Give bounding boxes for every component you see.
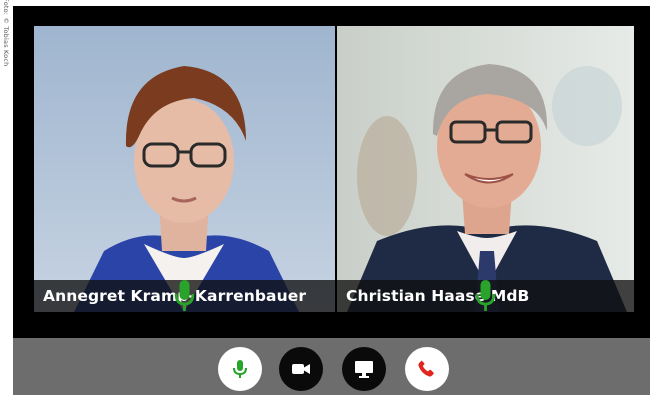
microphone-icon [233,360,247,378]
microphone-button[interactable] [218,347,262,391]
monitor-icon [355,361,373,378]
screen-share-button[interactable] [342,347,386,391]
phone-hangup-icon [418,360,434,377]
participant-tile-2[interactable]: Christian Haase MdB [337,26,634,312]
participant-name-bar-1: Annegret Kramp-Karrenbauer [34,280,335,312]
mic-on-icon [475,280,496,311]
hang-up-button[interactable] [405,347,449,391]
video-camera-icon [292,364,310,374]
participant-video-1 [34,26,335,312]
camera-button[interactable] [279,347,323,391]
participant-tile-1[interactable]: Annegret Kramp-Karrenbauer [34,26,335,312]
mic-on-icon [174,280,195,311]
participant-name-bar-2: Christian Haase MdB [337,280,634,312]
photo-credit: Foto: © Tobias Koch [2,0,10,67]
video-call-window: Annegret Kramp-Karrenbauer Christian Haa… [13,6,650,338]
call-controls-toolbar [13,338,650,395]
participant-video-2 [337,26,634,312]
